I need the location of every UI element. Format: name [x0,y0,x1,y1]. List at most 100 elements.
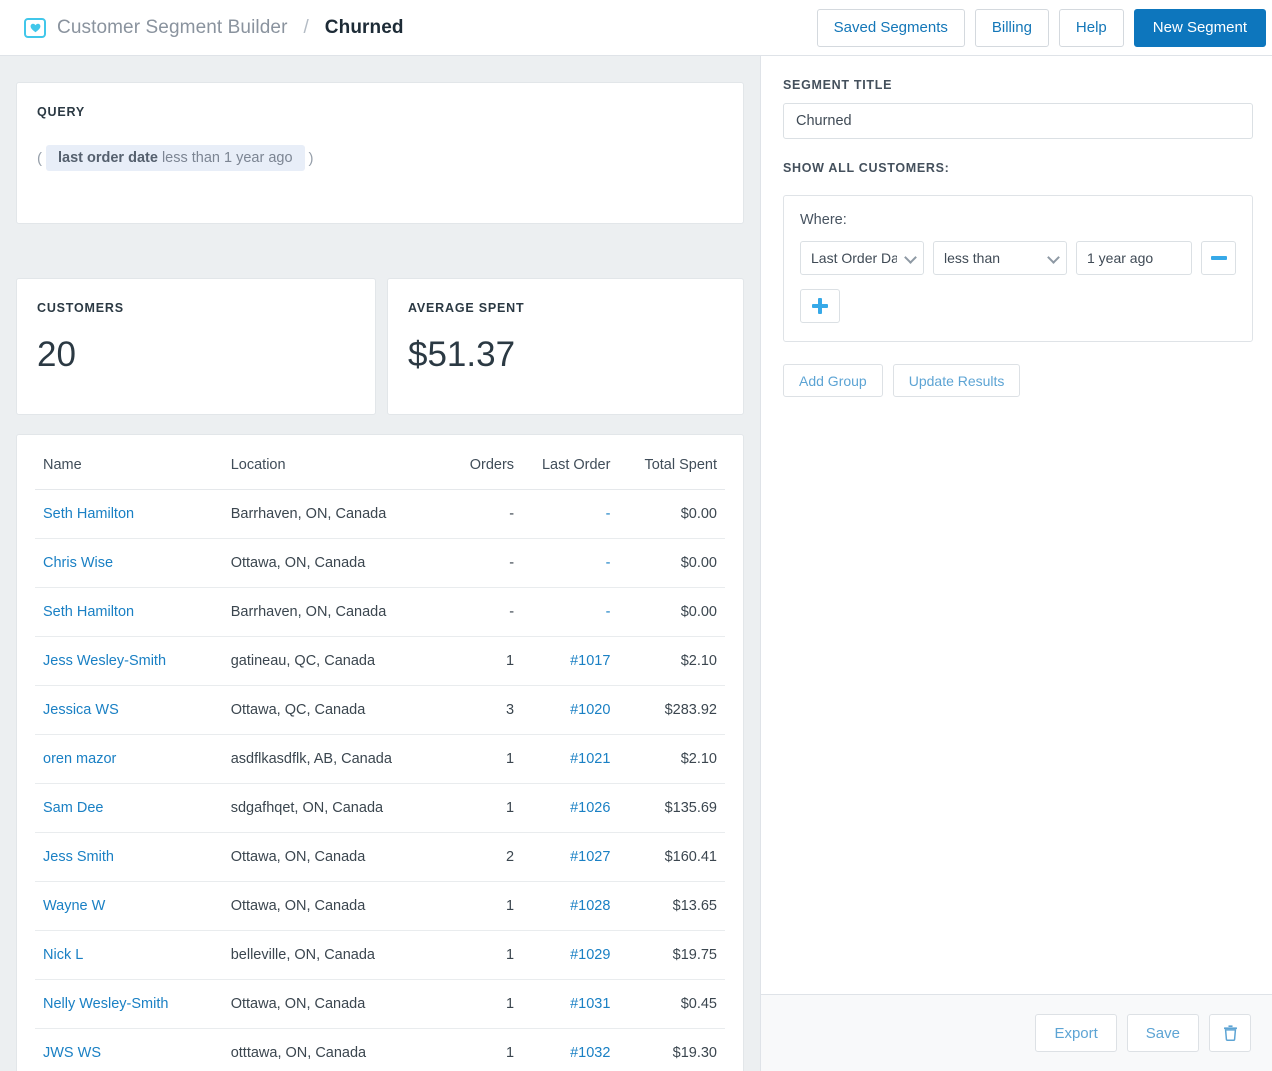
customer-link[interactable]: Nelly Wesley-Smith [43,996,168,1012]
cell-orders: 1 [440,1028,523,1071]
cell-name: Chris Wise [35,538,223,588]
export-button[interactable]: Export [1035,1014,1117,1052]
cell-name: Seth Hamilton [35,587,223,637]
cell-last-order: - [522,489,619,539]
table-row: Jessica WS Ottawa, QC, Canada 3 #1020 $283.9… [35,685,725,735]
table-header-row: Name Location Orders Last Order Total Sp… [35,435,725,490]
customer-link[interactable]: Jess Wesley-Smith [43,653,166,669]
breadcrumb: Customer Segment Builder / Churned [24,17,404,39]
order-link[interactable]: - [606,604,611,620]
cell-location: asdflkasdflk, AB, Canada [222,734,441,784]
cell-name: Nelly Wesley-Smith [35,979,223,1029]
column-header-last-order[interactable]: Last Order [522,435,619,490]
billing-button[interactable]: Billing [974,8,1049,47]
condition-field-select[interactable]: Last Order Date [800,241,924,275]
delete-segment-button[interactable] [1209,1014,1251,1052]
group-actions: Add Group Update Results [783,364,1252,397]
column-header-name[interactable]: Name [35,435,223,490]
cell-name: Jessica WS [35,685,223,735]
order-link[interactable]: #1028 [570,898,610,914]
show-all-customers-label: SHOW ALL CUSTOMERS: [783,161,950,175]
cell-name: Sam Dee [35,783,223,833]
cell-last-order: #1027 [522,832,619,882]
cell-orders: - [440,587,523,637]
customer-link[interactable]: Seth Hamilton [43,604,134,620]
query-chip-rest: less than 1 year ago [157,150,293,166]
cell-location: Ottawa, ON, Canada [222,881,441,931]
customers-table-body: Seth Hamilton Barrhaven, ON, Canada - - $0.0… [35,489,725,1071]
cell-total-spent: $0.00 [618,538,725,588]
minus-icon [1210,256,1227,260]
cell-orders: 1 [440,979,523,1029]
cell-location: Barrhaven, ON, Canada [222,587,441,637]
order-link[interactable]: #1031 [570,996,610,1012]
cell-orders: - [440,489,523,539]
cell-location: otttawa, ON, Canada [222,1028,441,1071]
add-group-button[interactable]: Add Group [783,364,883,397]
average-spent-stat-value: $51.37 [408,335,516,374]
cell-name: JWS WS [35,1028,223,1071]
order-link[interactable]: - [606,506,611,522]
order-link[interactable]: #1029 [570,947,610,963]
customers-stat-value: 20 [37,335,76,374]
condition-operator-select-wrap: less than [933,241,1067,275]
cell-last-order: #1020 [522,685,619,735]
cell-last-order: - [522,587,619,637]
segment-title-input[interactable] [783,103,1253,139]
update-results-button[interactable]: Update Results [892,364,1021,397]
cell-location: Barrhaven, ON, Canada [222,489,441,539]
new-segment-button[interactable]: New Segment [1133,8,1266,47]
order-link[interactable]: #1027 [570,849,610,865]
segment-footer-bar: Export Save [761,994,1272,1071]
order-link[interactable]: #1017 [570,653,610,669]
cell-total-spent: $135.69 [618,783,725,833]
customer-link[interactable]: Jess Smith [43,849,114,865]
order-link[interactable]: #1032 [570,1045,610,1061]
cell-last-order: #1028 [522,881,619,931]
average-spent-stat-label: AVERAGE SPENT [408,301,525,315]
saved-segments-button[interactable]: Saved Segments [816,8,965,47]
customer-link[interactable]: Chris Wise [43,555,113,571]
app-title[interactable]: Customer Segment Builder [57,17,288,39]
top-bar: Customer Segment Builder / Churned Saved… [0,0,1272,56]
customers-table: Name Location Orders Last Order Total Sp… [35,435,725,1071]
order-link[interactable]: #1026 [570,800,610,816]
cell-location: belleville, ON, Canada [222,930,441,980]
condition-value-input[interactable] [1076,241,1192,275]
customer-link[interactable]: Jessica WS [43,702,119,718]
table-row: Jess Wesley-Smith gatineau, QC, Canada 1 #1… [35,636,725,686]
order-link[interactable]: #1020 [570,702,610,718]
help-button[interactable]: Help [1058,8,1124,47]
cell-orders: 2 [440,832,523,882]
query-chip-field: last order date [58,150,158,166]
customer-link[interactable]: oren mazor [43,751,116,767]
add-condition-button[interactable] [800,289,840,323]
cell-orders: 1 [440,881,523,931]
column-header-orders[interactable]: Orders [440,435,523,490]
order-link[interactable]: #1021 [570,751,610,767]
order-link[interactable]: - [606,555,611,571]
cell-total-spent: $0.00 [618,489,725,539]
customer-link[interactable]: Nick L [43,947,83,963]
column-header-total-spent[interactable]: Total Spent [618,435,725,490]
customer-link[interactable]: JWS WS [43,1045,101,1061]
cell-name: Jess Wesley-Smith [35,636,223,686]
cell-orders: 1 [440,734,523,784]
cell-name: Jess Smith [35,832,223,882]
cell-location: Ottawa, ON, Canada [222,538,441,588]
breadcrumb-separator: / [303,16,309,38]
condition-operator-select[interactable]: less than [933,241,1067,275]
remove-condition-button[interactable] [1201,241,1236,275]
save-button[interactable]: Save [1126,1014,1199,1052]
query-close-paren: ) [308,149,314,167]
cell-name: Nick L [35,930,223,980]
customer-link[interactable]: Seth Hamilton [43,506,134,522]
customer-link[interactable]: Sam Dee [43,800,103,816]
table-row: Chris Wise Ottawa, ON, Canada - - $0.00 [35,538,725,588]
cell-total-spent: $2.10 [618,636,725,686]
customer-link[interactable]: Wayne W [43,898,105,914]
cell-total-spent: $160.41 [618,832,725,882]
cell-name: oren mazor [35,734,223,784]
column-header-location[interactable]: Location [222,435,441,490]
top-bar-actions: Saved Segments Billing Help New Segment [816,8,1266,47]
